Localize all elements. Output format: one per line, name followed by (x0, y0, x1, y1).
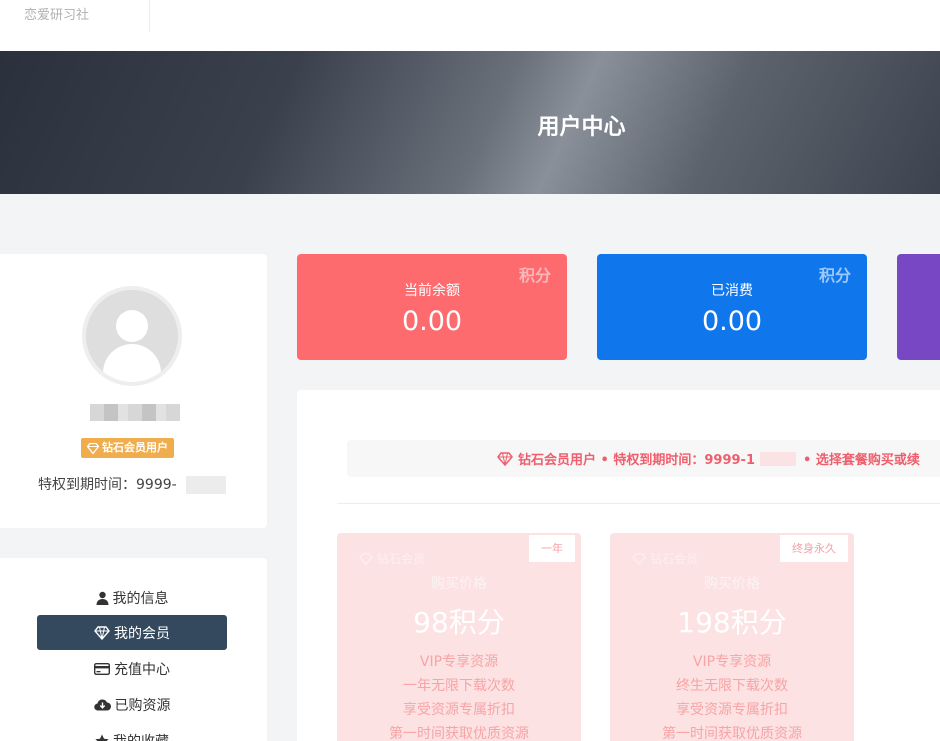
plan-name-label: 钻石会员 (650, 552, 699, 566)
plan-feature: 享受资源专属折扣 (403, 702, 515, 718)
membership-panel: 钻石会员用户 • 特权到期时间：9999-1 • 选择套餐购买或续 一年 钻石会… (297, 390, 940, 741)
notice-text-start: 钻石会员用户 • 特权到期时间：9999-1 (518, 453, 755, 468)
diamond-icon (94, 625, 110, 640)
avatar[interactable] (82, 286, 182, 386)
user-menu: 我的信息 我的会员 充值中心 已购资源 我的收藏 (0, 558, 267, 741)
balance-value: 0.00 (401, 306, 463, 337)
navbar-divider (149, 0, 150, 32)
expire-info: 特权到期时间：9999- (38, 474, 177, 494)
plan-name-label: 钻石会员 (377, 552, 426, 566)
plan-feature: VIP专享资源 (419, 654, 499, 670)
user-icon (96, 591, 108, 605)
diamond-icon (359, 552, 373, 565)
balance-card: 积分 当前余额 0.00 (297, 254, 567, 360)
diamond-icon (632, 552, 646, 565)
plan-feature: 终生无限下载次数 (676, 678, 788, 694)
credit-card-icon (94, 662, 110, 675)
menu-item-label: 我的信息 (112, 590, 169, 607)
avatar-head-shape (116, 310, 148, 342)
plan-price: 198积分 (677, 606, 787, 639)
menu-item-my-info[interactable]: 我的信息 (37, 580, 227, 615)
expire-redacted (186, 476, 226, 494)
section-divider (337, 503, 940, 504)
plan-price: 98积分 (413, 606, 505, 639)
plan-feature: 第一时间获取优质资源 (662, 726, 802, 741)
plan-tag: 一年 (529, 535, 575, 562)
third-stat-card (897, 254, 940, 360)
notice-redacted (759, 451, 796, 466)
plan-name: 钻石会员 (359, 550, 425, 567)
menu-item-label: 已购资源 (114, 697, 171, 714)
profile-card: 钻石会员用户 特权到期时间：9999- (0, 254, 267, 528)
expire-value: 9999- (136, 477, 177, 493)
plan-name: 钻石会员 (632, 550, 698, 567)
menu-item-my-membership[interactable]: 我的会员 (37, 615, 227, 650)
plan-tag: 终身永久 (780, 535, 848, 562)
membership-notice: 钻石会员用户 • 特权到期时间：9999-1 • 选择套餐购买或续 (347, 440, 940, 477)
menu-item-label: 充值中心 (114, 661, 170, 678)
top-navbar: 恋爱研习社 (0, 0, 940, 51)
plan-feature: 享受资源专属折扣 (676, 702, 788, 718)
balance-label: 当前余额 (404, 283, 460, 299)
menu-item-label: 我的收藏 (113, 731, 169, 741)
spent-label: 已消费 (711, 283, 753, 299)
plan-feature: 第一时间获取优质资源 (389, 726, 529, 741)
page-banner: 用户中心 (0, 51, 940, 194)
plan-price-label: 购买价格 (704, 576, 760, 592)
spent-card: 积分 已消费 0.00 (597, 254, 867, 360)
diamond-icon (87, 442, 99, 454)
menu-item-favorites[interactable]: 我的收藏 (37, 723, 227, 741)
plan-card-lifetime[interactable]: 终身永久 钻石会员 购买价格 198积分 VIP专享资源 终生无限下载次数 享受… (610, 533, 854, 741)
plan-feature: 一年无限下载次数 (403, 678, 515, 694)
expire-label: 特权到期时间： (38, 477, 136, 493)
star-icon (95, 734, 109, 741)
avatar-body-shape (103, 344, 161, 382)
page-title: 用户中心 (537, 115, 626, 140)
plan-price-label: 购买价格 (431, 576, 487, 592)
plan-feature: VIP专享资源 (692, 654, 772, 670)
vip-badge: 钻石会员用户 (81, 438, 174, 458)
vip-badge-label: 钻石会员用户 (102, 441, 168, 454)
username-redacted (90, 404, 180, 421)
plan-card-yearly[interactable]: 一年 钻石会员 购买价格 98积分 VIP专享资源 一年无限下载次数 享受资源专… (337, 533, 581, 741)
cloud-download-icon (93, 699, 111, 711)
diamond-icon (497, 451, 513, 466)
menu-item-recharge[interactable]: 充值中心 (37, 651, 227, 686)
site-logo[interactable]: 恋爱研习社 (24, 4, 89, 23)
notice-text-end: • 选择套餐购买或续 (802, 453, 920, 468)
spent-value: 0.00 (701, 306, 763, 337)
menu-item-purchased[interactable]: 已购资源 (37, 687, 227, 722)
menu-item-label: 我的会员 (114, 625, 170, 642)
